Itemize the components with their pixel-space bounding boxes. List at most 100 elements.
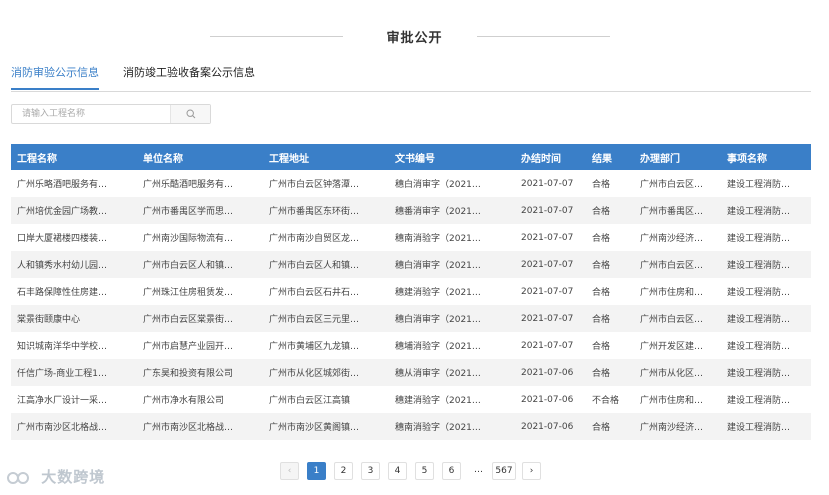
cell-result: 合格 xyxy=(586,359,634,386)
cell-completion-date: 2021-07-06 xyxy=(515,359,586,386)
cell-unit-name: 广州市番禺区学而思… xyxy=(137,197,263,224)
page-button-4[interactable]: 4 xyxy=(388,462,407,480)
page-button-last[interactable]: 567 xyxy=(492,462,516,480)
table-row[interactable]: 知识城南洋华中学校… 广州市启慧产业园开… 广州市黄埔区九龙镇… 穗埔消验字（2021… xyxy=(11,332,811,359)
cell-project-name[interactable]: 棠景街颐康中心 xyxy=(11,305,137,332)
col-item-name[interactable]: 事项名称 xyxy=(721,144,811,170)
cell-department: 广州市白云区… xyxy=(634,251,721,278)
cell-department: 广州南沙经济… xyxy=(634,413,721,440)
cell-result: 合格 xyxy=(586,251,634,278)
page-button-5[interactable]: 5 xyxy=(415,462,434,480)
table-row[interactable]: 人和镇秀水村幼儿园… 广州市白云区人和镇… 广州市白云区人和镇… 穗白消审字（2021… xyxy=(11,251,811,278)
watermark-logo-icon xyxy=(7,471,29,484)
col-project-address[interactable]: 工程地址 xyxy=(263,144,389,170)
cell-project-name[interactable]: 石丰路保障性住房建… xyxy=(11,278,137,305)
table-row[interactable]: 江高净水厂设计一采… 广州市净水有限公司 广州市白云区江高镇 穗建消验字（2021… 2… xyxy=(11,386,811,413)
cell-completion-date: 2021-07-06 xyxy=(521,394,574,405)
page-ellipsis: … xyxy=(474,465,483,475)
table-row[interactable]: 广州市南沙区北格战… 广州市南沙区北格战… 广州市南沙区黄阁镇… 穗南消验字（2021… xyxy=(11,413,811,440)
cell-item-name: 建设工程消防… xyxy=(721,197,811,224)
cell-completion-date: 2021-07-07 xyxy=(521,232,574,243)
table-row[interactable]: 石丰路保障性住房建… 广州珠江住房租赁发… 广州市白云区石井石… 穗建消验字（2021… xyxy=(11,278,811,305)
cell-result: 合格 xyxy=(586,305,634,332)
search-icon xyxy=(186,109,196,119)
title-divider-right xyxy=(477,36,610,37)
search-button[interactable] xyxy=(170,105,210,123)
cell-project-name[interactable]: 知识城南洋华中学校… xyxy=(11,332,137,359)
cell-document-number: 穗建消验字（2021… xyxy=(395,288,481,298)
approval-table: 工程名称 单位名称 工程地址 文书编号 办结时间 结果 办理部门 事项名称 广州… xyxy=(11,144,811,440)
table-row[interactable]: 广州乐略酒吧服务有… 广州乐酷酒吧服务有… 广州市白云区钟落潭… 穗白消审字（2021… xyxy=(11,170,811,197)
cell-unit-name: 广州市白云区棠景街… xyxy=(137,305,263,332)
col-document-number[interactable]: 文书编号 xyxy=(389,144,515,170)
tab-fire-acceptance-filing[interactable]: 消防竣工验收备案公示信息 xyxy=(123,66,255,90)
table-row[interactable]: 棠景街颐康中心 广州市白云区棠景街… 广州市白云区三元里… 穗白消审字（2021… 20… xyxy=(11,305,811,332)
cell-document-number: 穗番消审字（2021… xyxy=(389,197,515,224)
next-page-button[interactable]: › xyxy=(522,462,541,480)
table-row[interactable]: 仟信广场-商业工程1… 广东昊和投资有限公司 广州市从化区城郊街… 穗从消审字（202… xyxy=(11,359,811,386)
cell-project-name[interactable]: 江高净水厂设计一采… xyxy=(11,386,137,413)
page-button-1[interactable]: 1 xyxy=(307,462,326,480)
col-result[interactable]: 结果 xyxy=(586,144,634,170)
cell-item-name: 建设工程消防… xyxy=(727,342,791,352)
prev-page-button[interactable]: ‹ xyxy=(280,462,299,480)
cell-result: 合格 xyxy=(586,197,634,224)
table-row[interactable]: 广州培优金园广场教… 广州市番禺区学而思… 广州市番禺区东环街… 穗番消审字（2021… xyxy=(11,197,811,224)
cell-project-address: 广州市黄埔区九龙镇… xyxy=(269,342,360,352)
cell-project-address: 广州市南沙区黄阁镇… xyxy=(263,413,389,440)
cell-result: 合格 xyxy=(592,342,611,352)
page-button-2[interactable]: 2 xyxy=(334,462,353,480)
cell-project-name[interactable]: 广州乐略酒吧服务有… xyxy=(11,170,137,197)
cell-completion-date: 2021-07-06 xyxy=(515,413,586,440)
cell-item-name: 建设工程消防… xyxy=(727,180,791,190)
tab-fire-review[interactable]: 消防审验公示信息 xyxy=(11,66,99,90)
col-unit-name[interactable]: 单位名称 xyxy=(137,144,263,170)
cell-department: 广州市从化区… xyxy=(634,359,721,386)
cell-result: 不合格 xyxy=(592,396,620,406)
cell-unit-name: 广州市净水有限公司 xyxy=(143,396,225,406)
cell-document-number: 穗从消审字（2021… xyxy=(389,359,515,386)
cell-item-name: 建设工程消防… xyxy=(727,396,791,406)
cell-department: 广州开发区建… xyxy=(640,342,704,352)
cell-project-address: 广州市从化区城郊街… xyxy=(263,359,389,386)
cell-department: 广州南沙经济… xyxy=(640,234,704,244)
cell-result: 合格 xyxy=(592,234,611,244)
tab-bar: 消防审验公示信息 消防竣工验收备案公示信息 xyxy=(11,66,811,92)
table-row[interactable]: 口岸大厦裙楼四楼装… 广州南沙国际物流有… 广州市南沙自贸区龙… 穗南消验字（2021… xyxy=(11,224,811,251)
cell-completion-date: 2021-07-07 xyxy=(515,305,586,332)
cell-project-address: 广州市白云区钟落潭… xyxy=(269,180,360,190)
col-project-name[interactable]: 工程名称 xyxy=(11,144,137,170)
cell-project-address: 广州市番禺区东环街… xyxy=(263,197,389,224)
col-completion-date[interactable]: 办结时间 xyxy=(515,144,586,170)
col-department[interactable]: 办理部门 xyxy=(634,144,721,170)
cell-department: 广州市住房和… xyxy=(640,396,704,406)
search-input[interactable] xyxy=(12,105,172,123)
cell-project-name[interactable]: 广州市南沙区北格战… xyxy=(11,413,137,440)
page-title: 审批公开 xyxy=(386,31,443,46)
cell-unit-name: 广州珠江住房租赁发… xyxy=(143,288,234,298)
cell-project-name[interactable]: 仟信广场-商业工程1… xyxy=(11,359,137,386)
page-title-row: 审批公开 xyxy=(0,26,829,46)
cell-project-name[interactable]: 广州培优金园广场教… xyxy=(11,197,137,224)
page-button-6[interactable]: 6 xyxy=(442,462,461,480)
cell-project-address: 广州市白云区人和镇… xyxy=(263,251,389,278)
cell-document-number: 穗白消审字（2021… xyxy=(389,251,515,278)
cell-completion-date: 2021-07-07 xyxy=(521,286,574,297)
cell-unit-name: 广州市白云区人和镇… xyxy=(137,251,263,278)
cell-item-name: 建设工程消防… xyxy=(727,234,791,244)
cell-unit-name: 广州市启慧产业园开… xyxy=(143,342,234,352)
cell-project-name[interactable]: 人和镇秀水村幼儿园… xyxy=(11,251,137,278)
cell-project-address: 广州市白云区三元里… xyxy=(263,305,389,332)
cell-project-address: 广州市南沙自贸区龙… xyxy=(269,234,360,244)
cell-document-number: 穗埔消验字（2021… xyxy=(395,342,481,352)
cell-project-address: 广州市白云区江高镇 xyxy=(269,396,351,406)
page-button-3[interactable]: 3 xyxy=(361,462,380,480)
cell-department: 广州市白云区… xyxy=(640,180,704,190)
cell-project-name[interactable]: 口岸大厦裙楼四楼装… xyxy=(11,224,137,251)
cell-unit-name: 广州乐酷酒吧服务有… xyxy=(143,180,234,190)
cell-unit-name: 广东昊和投资有限公司 xyxy=(137,359,263,386)
cell-result: 合格 xyxy=(586,413,634,440)
cell-document-number: 穗南消验字（2021… xyxy=(389,413,515,440)
cell-unit-name: 广州南沙国际物流有… xyxy=(143,234,234,244)
cell-department: 广州市番禺区… xyxy=(634,197,721,224)
